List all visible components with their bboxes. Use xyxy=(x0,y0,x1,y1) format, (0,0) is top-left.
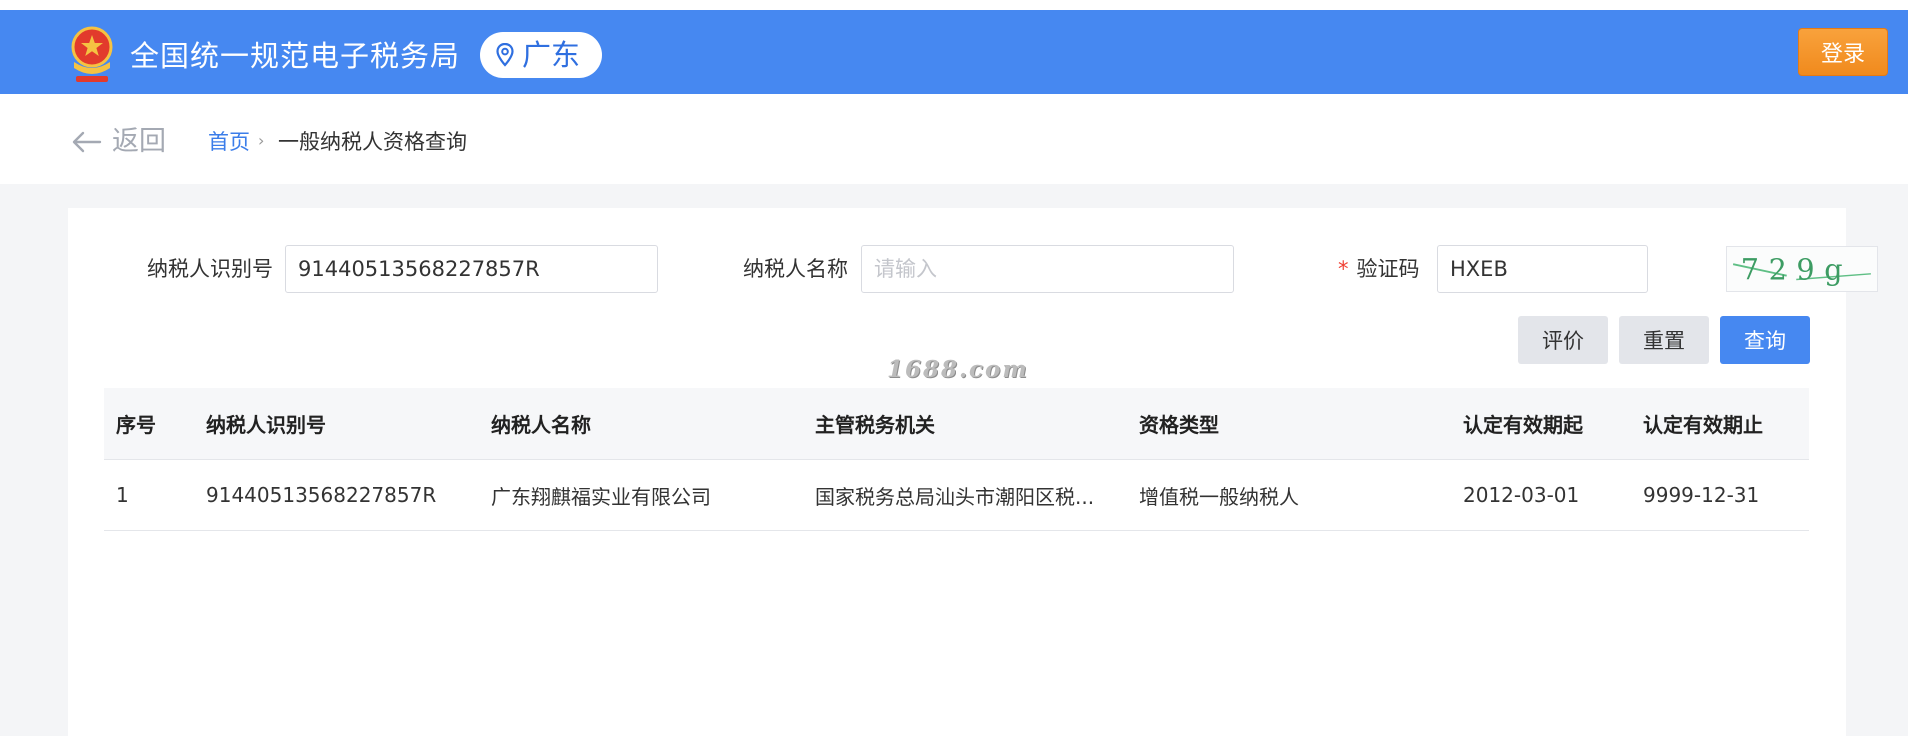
column-header: 序号 xyxy=(116,413,156,437)
table-body: 1 91440513568227857R 广东翔麒福实业有限公司 国家税务总局汕头市潮… xyxy=(104,460,1809,531)
captcha-input[interactable] xyxy=(1437,245,1648,293)
table-cell: 增值税一般纳税人 xyxy=(1139,484,1299,509)
taxpayer-name-label: 纳税人名称 xyxy=(743,257,848,281)
breadcrumb-current: 一般纳税人资格查询 xyxy=(278,130,467,154)
table-cell: 国家税务总局汕头市潮阳区税... xyxy=(815,484,1095,509)
column-header: 纳税人名称 xyxy=(491,413,591,437)
back-button[interactable]: 返回 xyxy=(72,124,166,160)
login-button[interactable]: 登录 xyxy=(1798,28,1888,76)
breadcrumb-home-link[interactable]: 首页 xyxy=(208,127,250,157)
query-panel: 纳税人识别号 纳税人名称 * 验证码 729g 评价 重置 查询 序号 纳税人识别号… xyxy=(68,208,1878,736)
breadcrumb-separator: › xyxy=(258,131,265,150)
arrow-left-icon xyxy=(72,131,102,153)
site-header: 全国统一规范电子税务局 广东 登录 xyxy=(0,10,1908,94)
evaluate-button[interactable]: 评价 xyxy=(1518,316,1608,364)
table-cell: 1 xyxy=(116,483,129,507)
reset-button[interactable]: 重置 xyxy=(1619,316,1709,364)
query-button[interactable]: 查询 xyxy=(1720,316,1810,364)
result-table: 序号 纳税人识别号 纳税人名称 主管税务机关 资格类型 认定有效期起 认定有效期止 1 914… xyxy=(104,388,1809,531)
table-row[interactable]: 1 91440513568227857R 广东翔麒福实业有限公司 国家税务总局汕头市潮… xyxy=(104,460,1809,531)
table-cell: 91440513568227857R xyxy=(206,483,437,507)
column-header: 纳税人识别号 xyxy=(206,413,326,437)
captcha-image[interactable]: 729g xyxy=(1726,246,1878,292)
required-mark: * xyxy=(1338,257,1349,281)
table-header: 序号 纳税人识别号 纳税人名称 主管税务机关 资格类型 认定有效期起 认定有效期止 xyxy=(104,388,1809,460)
top-strip xyxy=(0,0,1908,10)
captcha-label: * 验证码 xyxy=(1338,254,1420,284)
column-header: 资格类型 xyxy=(1139,413,1219,437)
site-title: 全国统一规范电子税务局 xyxy=(130,39,461,73)
captcha-text: 729g xyxy=(1741,253,1852,287)
table-cell: 2012-03-01 xyxy=(1463,483,1580,507)
column-header: 主管税务机关 xyxy=(815,413,935,437)
location-pin-icon xyxy=(496,43,514,67)
table-cell: 9999-12-31 xyxy=(1643,483,1760,507)
taxpayer-name-input[interactable] xyxy=(861,245,1234,293)
taxpayer-id-label: 纳税人识别号 xyxy=(147,257,273,281)
region-selector[interactable]: 广东 xyxy=(480,32,603,78)
table-cell: 广东翔麒福实业有限公司 xyxy=(491,484,711,509)
watermark: 1688.com xyxy=(887,356,1029,383)
back-label: 返回 xyxy=(112,126,166,157)
column-header: 认定有效期起 xyxy=(1463,413,1583,437)
column-header: 认定有效期止 xyxy=(1643,413,1763,437)
tax-emblem-icon xyxy=(71,26,113,82)
breadcrumb-bar: 返回 首页 › 一般纳税人资格查询 xyxy=(0,94,1908,184)
region-label: 广东 xyxy=(522,38,581,72)
captcha-label-text: 验证码 xyxy=(1356,257,1420,281)
taxpayer-id-input[interactable] xyxy=(285,245,658,293)
